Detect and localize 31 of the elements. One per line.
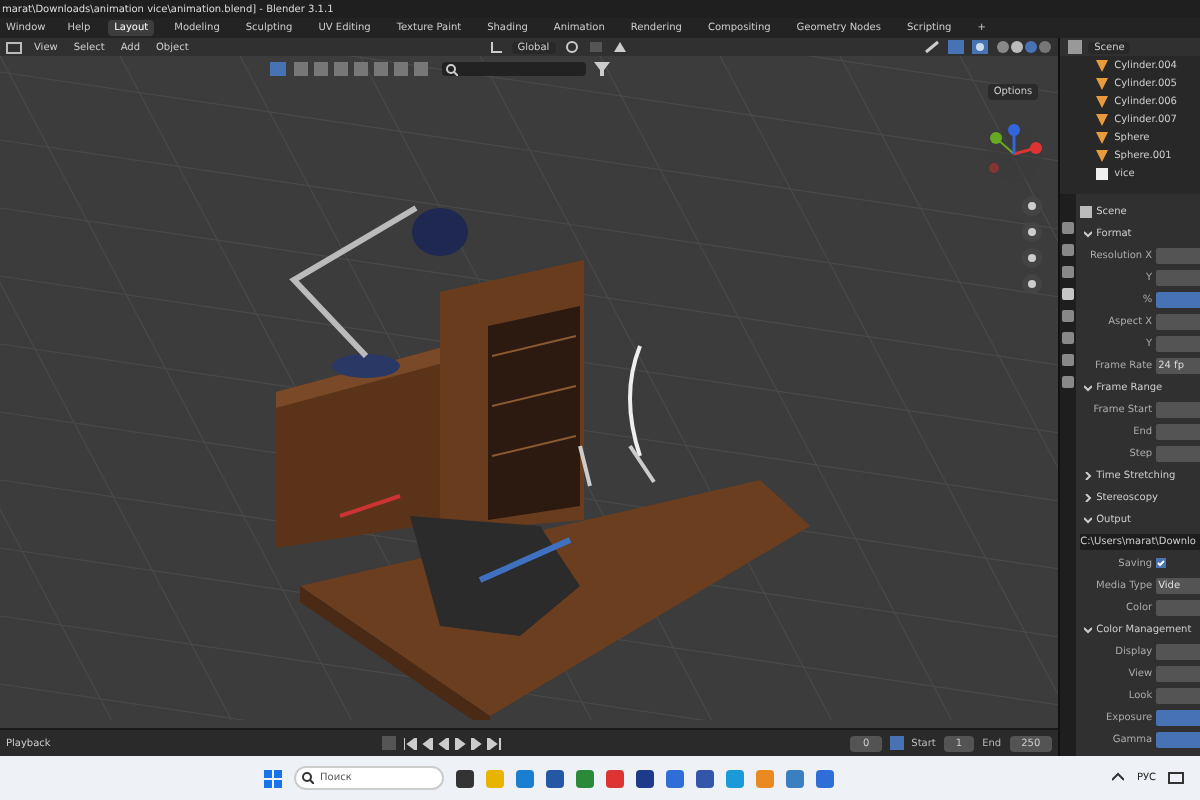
axes-icon[interactable] bbox=[489, 40, 504, 54]
windows-start-icon[interactable] bbox=[264, 769, 282, 787]
search-field[interactable] bbox=[442, 62, 586, 76]
tray-icon[interactable] bbox=[1112, 772, 1125, 784]
value-field[interactable] bbox=[1156, 709, 1200, 725]
network-icon[interactable] bbox=[1168, 771, 1184, 785]
value-field[interactable] bbox=[1156, 665, 1200, 681]
value-field[interactable] bbox=[1156, 313, 1200, 329]
overlay-toggle-icon[interactable] bbox=[972, 40, 989, 54]
editor-type-icon[interactable] bbox=[6, 41, 22, 53]
value-field[interactable] bbox=[1156, 401, 1200, 417]
value-field[interactable] bbox=[1156, 731, 1200, 747]
value-field[interactable] bbox=[1156, 423, 1200, 439]
checkbox[interactable] bbox=[1156, 558, 1167, 568]
value-field[interactable] bbox=[1156, 291, 1200, 307]
navigation-gizmo-icon[interactable] bbox=[984, 124, 1044, 184]
pivot-icon[interactable] bbox=[563, 40, 580, 54]
value-field[interactable] bbox=[1156, 599, 1200, 615]
value-field[interactable] bbox=[1156, 687, 1200, 703]
value-field[interactable] bbox=[1156, 269, 1200, 285]
tool-icon[interactable] bbox=[924, 40, 941, 54]
value-field[interactable] bbox=[1156, 643, 1200, 659]
collection-icon bbox=[1096, 167, 1109, 179]
search-icon bbox=[302, 772, 314, 784]
gizmo-toggle-icon[interactable] bbox=[948, 40, 965, 54]
value-field[interactable] bbox=[1156, 335, 1200, 351]
search-icon bbox=[446, 63, 458, 75]
value-field[interactable] bbox=[1156, 445, 1200, 461]
value-field[interactable] bbox=[1156, 247, 1200, 263]
shading-icon[interactable] bbox=[996, 40, 1053, 54]
filter-icon[interactable] bbox=[594, 62, 610, 76]
